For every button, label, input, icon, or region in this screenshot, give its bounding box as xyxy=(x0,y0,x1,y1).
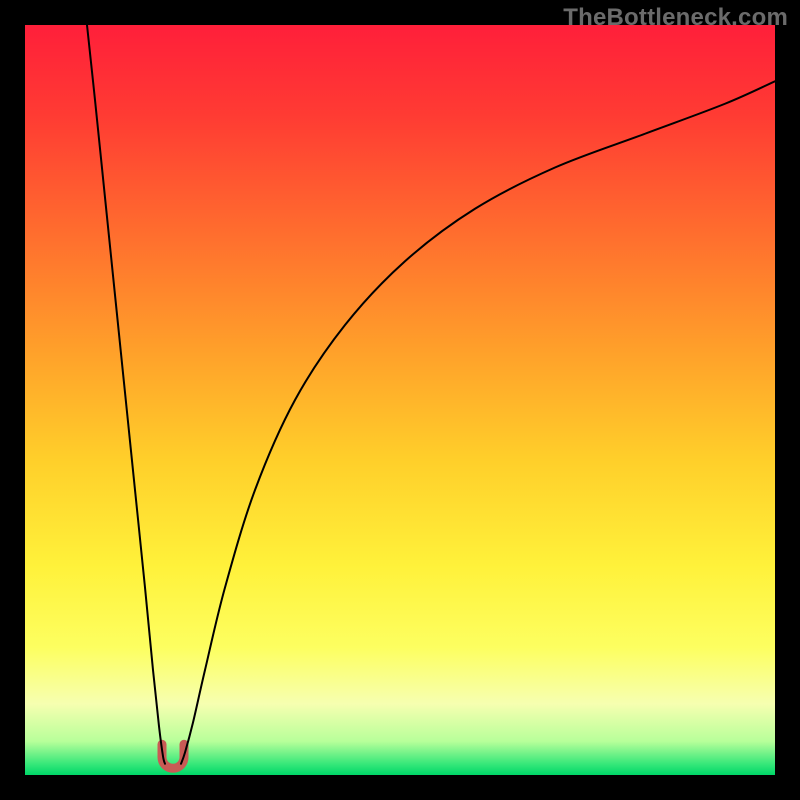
watermark-text: TheBottleneck.com xyxy=(563,4,788,32)
bottleneck-chart xyxy=(25,25,775,775)
gradient-background xyxy=(25,25,775,775)
